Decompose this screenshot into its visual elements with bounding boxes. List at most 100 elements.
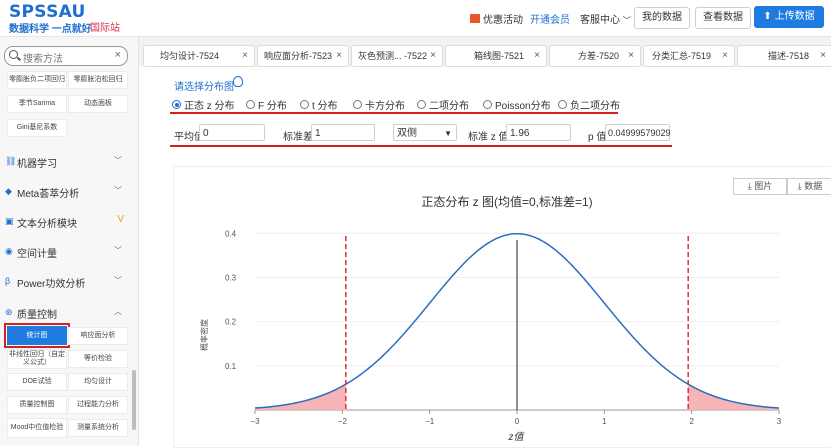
tab-describe[interactable]: 描述-7518 ×	[737, 45, 831, 67]
method-process-capability[interactable]: 过程能力分析	[68, 396, 128, 414]
method-response-surface[interactable]: 响应面分析	[68, 327, 128, 345]
method-zinb[interactable]: 零膨胀负二项回归	[7, 71, 67, 89]
method-dynamic-panel[interactable]: 动态面板	[68, 95, 128, 113]
menu-power[interactable]: β Power功效分析 ﹀	[0, 270, 130, 292]
method-stat-chart[interactable]: 统计图	[4, 323, 70, 348]
menu-text-analysis[interactable]: ▣ 文本分析模块 V	[0, 210, 130, 232]
view-data-button[interactable]: 查看数据	[695, 7, 751, 29]
logo[interactable]: SPSSAU	[9, 2, 86, 22]
left-tail-area	[255, 384, 346, 410]
chart-title: 正态分布 z 图(均值=0,标准差=1)	[421, 194, 592, 209]
close-icon: ×	[722, 50, 728, 61]
radio-t[interactable]: t 分布	[300, 97, 338, 112]
close-icon: ×	[820, 50, 826, 61]
p-label: p 值	[588, 132, 607, 143]
vip-icon: V	[117, 214, 124, 225]
sidebar-scrollbar[interactable]	[132, 370, 136, 430]
gift-icon	[470, 14, 480, 23]
x-tick-label: 3	[777, 417, 782, 426]
x-tick-label: −1	[425, 417, 435, 426]
menu-machine-learning[interactable]: ⛓ 机器学习 ﹀	[0, 150, 130, 172]
promo-link[interactable]: 优惠活动	[470, 11, 523, 26]
close-icon: ×	[534, 50, 540, 61]
chain-icon: ⛓	[5, 156, 17, 166]
method-control-chart[interactable]: 质量控制图	[7, 396, 67, 414]
chevron-down-icon: ﹀	[114, 246, 122, 255]
choose-distribution-label: 请选择分布图	[174, 82, 234, 93]
method-gini[interactable]: Gini基尼系数	[7, 119, 67, 137]
search-input[interactable]: 搜索方法 ×	[4, 46, 128, 66]
sd-label: 标准差	[283, 132, 313, 143]
method-nonlinear-regression[interactable]: 非线性回归（自定义公式）	[7, 349, 67, 369]
y-tick-label: 0.4	[225, 229, 237, 238]
radio-poisson[interactable]: Poisson分布	[483, 97, 551, 112]
x-axis-label: z值	[508, 431, 526, 443]
beta-icon: β	[5, 276, 11, 286]
tab-grey-forecast[interactable]: 灰色预测... -7522 ×	[351, 45, 443, 67]
right-tail-area	[688, 384, 779, 410]
tab-response-surface[interactable]: 响应面分析-7523 ×	[257, 45, 349, 67]
tab-boxplot[interactable]: 箱线图-7521 ×	[445, 45, 547, 67]
x-tick-label: 0	[515, 417, 520, 426]
method-doe[interactable]: DOE试验	[7, 373, 67, 391]
method-zip[interactable]: 零膨胀泊松回归	[68, 71, 128, 89]
menu-meta[interactable]: ◆ Meta荟萃分析 ﹀	[0, 180, 130, 202]
method-uniform-design[interactable]: 均匀设计	[68, 373, 128, 391]
top-header: SPSSAU 数据科学 一点就好 国际站 优惠活动 开通会员 客服中心 ﹀ 我的…	[0, 0, 831, 37]
sd-field[interactable]: 1	[311, 124, 375, 141]
z-label: 标准 z 值	[468, 132, 509, 143]
upload-icon: ⬆	[763, 11, 772, 22]
close-icon: ×	[242, 50, 248, 61]
chevron-down-icon: ▼	[444, 129, 452, 138]
shield-icon: ⊛	[5, 307, 13, 317]
tab-variance[interactable]: 方差-7520 ×	[549, 45, 641, 67]
z-field[interactable]: 1.96	[506, 124, 571, 141]
y-tick-label: 0.1	[225, 362, 237, 371]
chevron-down-icon: ﹀	[114, 156, 122, 165]
method-mood-median[interactable]: Mood中位值检验	[7, 418, 67, 438]
method-equivalence[interactable]: 等价检验	[68, 350, 128, 368]
y-tick-label: 0.2	[225, 318, 237, 327]
chevron-down-icon: ﹀	[114, 186, 122, 195]
radio-negative-binomial[interactable]: 负二项分布	[558, 97, 620, 112]
tab-bar: 均匀设计-7524 × 响应面分析-7523 × 灰色预测... -7522 × 箱线…	[139, 37, 831, 67]
normal-distribution-chart: 正态分布 z 图(均值=0,标准差=1) 0.1 0.2 0.3 0.4 −3 −2 −1 0…	[199, 194, 782, 443]
tab-uniform-design[interactable]: 均匀设计-7524 ×	[143, 45, 255, 67]
tab-group-summary[interactable]: 分类汇总-7519 ×	[643, 45, 735, 67]
x-tick-label: −3	[250, 417, 260, 426]
text-icon: ▣	[5, 216, 14, 226]
service-menu[interactable]: 客服中心 ﹀	[580, 11, 631, 26]
y-tick-label: 0.3	[225, 273, 237, 282]
radio-binomial[interactable]: 二项分布	[417, 97, 469, 112]
mean-field[interactable]: 0	[199, 124, 265, 141]
close-icon: ×	[336, 50, 342, 61]
p-value-field: 0.04999579029	[605, 124, 671, 141]
chevron-down-icon: ﹀	[114, 276, 122, 285]
chevron-down-icon: ﹀	[622, 16, 631, 25]
diamond-icon: ◆	[5, 186, 12, 196]
radio-chi-square[interactable]: 卡方分布	[353, 97, 405, 112]
close-icon: ×	[628, 50, 634, 61]
clear-icon[interactable]: ×	[115, 49, 121, 61]
highlight-underline	[170, 112, 618, 114]
radio-f[interactable]: F 分布	[246, 97, 287, 112]
radio-normal-z[interactable]: 正态 z 分布	[172, 97, 235, 112]
intl-link[interactable]: 国际站	[90, 19, 120, 34]
chevron-up-icon: ︿	[114, 307, 122, 316]
method-msa[interactable]: 测量系统分析	[68, 419, 128, 437]
my-data-button[interactable]: 我的数据	[634, 7, 690, 29]
logo-slogan: 数据科学 一点就好	[9, 24, 92, 35]
menu-spatial[interactable]: ◉ 空间计量 ﹀	[0, 240, 130, 262]
globe-icon: ◉	[5, 246, 13, 256]
tail-select[interactable]: 双侧 ▼	[393, 124, 457, 141]
method-sarima[interactable]: 季节Sarima	[7, 95, 67, 113]
lightbulb-icon[interactable]	[233, 76, 243, 87]
x-tick-label: 1	[602, 417, 607, 426]
x-tick-label: 2	[689, 417, 694, 426]
x-tick-label: −2	[338, 417, 348, 426]
member-link[interactable]: 开通会员	[530, 11, 570, 26]
close-icon: ×	[430, 50, 436, 61]
menu-quality-control[interactable]: ⊛ 质量控制 ︿	[0, 301, 130, 323]
highlight-underline	[170, 145, 672, 147]
upload-data-button[interactable]: ⬆ 上传数据	[754, 6, 824, 28]
